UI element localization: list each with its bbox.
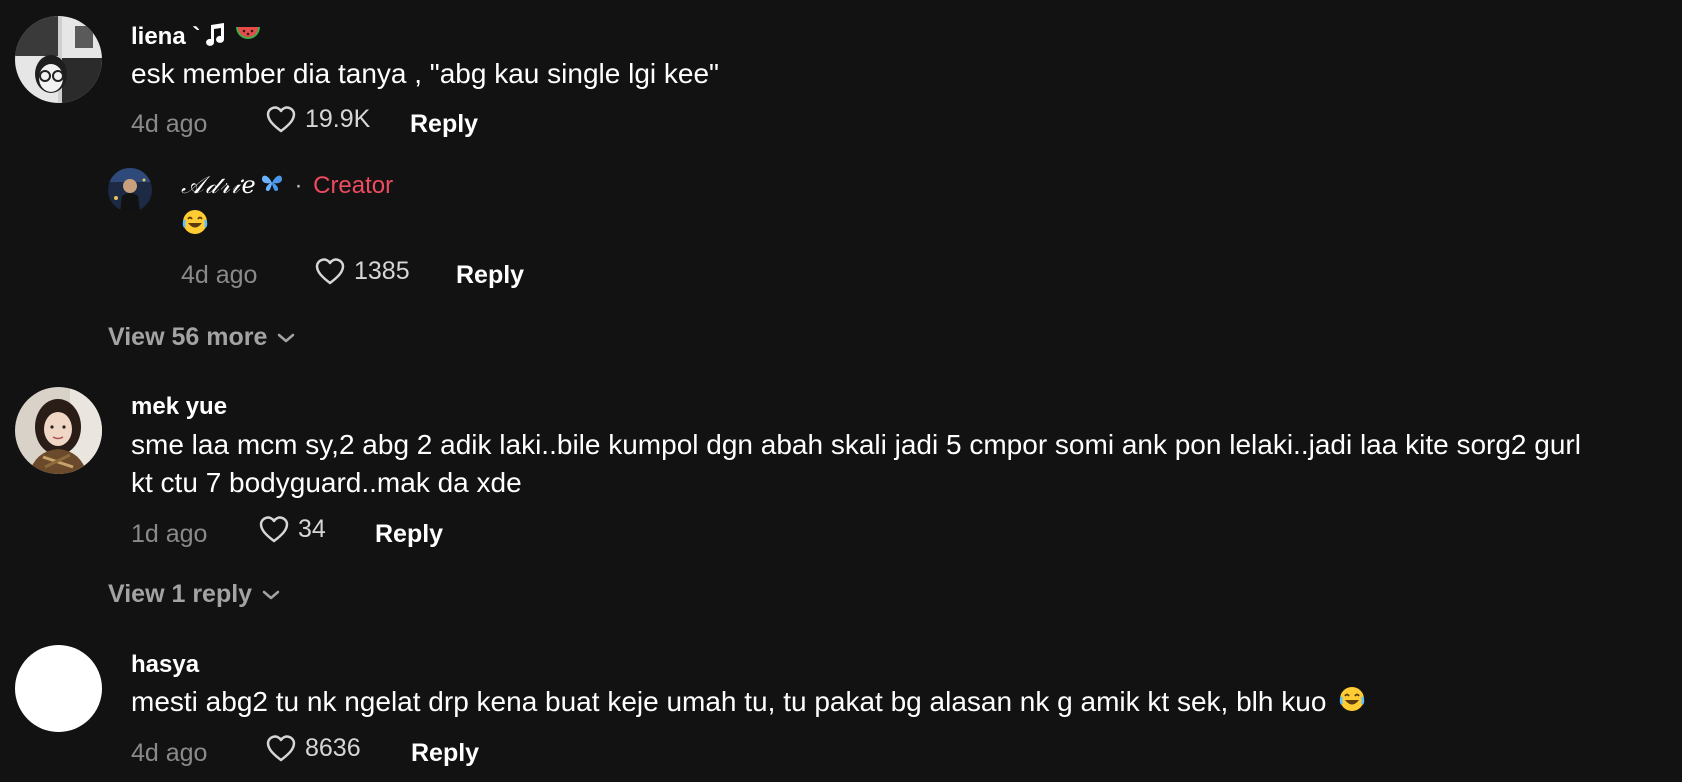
comment-text: esk member dia tanya , "abg kau single l… [131,58,719,89]
username-text: liena ` [131,22,201,50]
reply-button[interactable]: Reply [410,110,478,139]
view-more-label: View 56 more [108,323,268,351]
like-count: 19.9K [305,104,371,133]
view-more-replies-button[interactable]: View 56 more [108,323,295,352]
comment-username[interactable]: hasya [131,651,199,679]
comment-text: mesti abg2 tu nk ngelat drp kena buat ke… [131,682,1366,723]
like-count: 8636 [305,733,361,762]
comment-username[interactable]: liena ` [131,21,262,54]
avatar[interactable] [15,645,102,732]
comment-timestamp: 4d ago [131,739,208,767]
reply-username[interactable]: 𝒜𝒹𝓇𝒾𝑒 · Creator [181,171,393,201]
view-replies-button[interactable]: View 1 reply [108,580,280,609]
reply-button[interactable]: Reply [375,520,443,549]
avatar[interactable] [15,16,102,103]
reply-timestamp: 4d ago [181,261,258,289]
like-button[interactable]: 1385 [314,256,410,286]
laughing-emoji-icon [1338,684,1366,723]
comment-timestamp: 1d ago [131,520,208,548]
like-count: 34 [298,514,326,543]
laughing-emoji-icon [182,210,208,234]
chevron-down-icon [278,333,295,342]
avatar[interactable] [15,387,102,474]
comment-text-line-1: sme laa mcm sy,2 abg 2 adik laki..bile k… [131,429,1581,460]
like-button[interactable]: 8636 [265,733,361,763]
like-count: 1385 [354,256,410,285]
reply-button[interactable]: Reply [411,739,479,768]
reply-text [181,208,209,241]
butterfly-icon [260,172,284,201]
heart-icon [266,106,296,133]
music-note-icon [202,21,228,54]
like-button[interactable]: 34 [258,514,326,544]
heart-icon [266,735,296,762]
comment-timestamp: 4d ago [131,110,208,138]
watermelon-icon [234,21,262,54]
chevron-down-icon [262,590,280,599]
like-button[interactable]: 19.9K [265,104,370,134]
reply-button[interactable]: Reply [456,261,524,290]
avatar[interactable] [108,168,152,212]
username-text: 𝒜𝒹𝓇𝒾𝑒 [181,171,258,199]
separator-dot: · [294,172,303,199]
comment-username[interactable]: mek yue [131,393,227,421]
heart-icon [259,516,289,543]
comment-text-line-2: kt ctu 7 bodyguard..mak da xde [131,467,522,498]
creator-badge: Creator [313,172,394,199]
comment-text-content: mesti abg2 tu nk ngelat drp kena buat ke… [131,686,1327,717]
heart-icon [315,258,345,285]
view-more-label: View 1 reply [108,580,253,608]
